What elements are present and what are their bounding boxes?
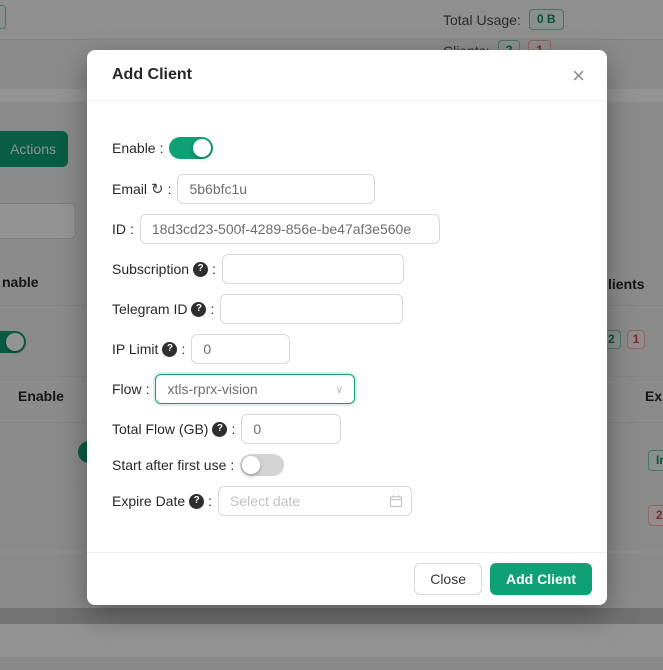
modal-footer: Close Add Client (87, 552, 607, 605)
ip-limit-row: IP Limit?: (112, 334, 582, 364)
close-icon[interactable]: × (568, 61, 589, 91)
telegram-id-field[interactable] (220, 294, 403, 324)
flow-select-value: xtls-rprx-vision (167, 381, 257, 397)
start-after-first-use-label: Start after first use: (112, 457, 234, 473)
toggle-knob (193, 139, 211, 157)
flow-row: Flow: xtls-rprx-vision ∨ (112, 374, 582, 404)
add-client-button[interactable]: Add Client (490, 563, 592, 595)
subscription-row: Subscription?: (112, 254, 582, 284)
telegram-id-label: Telegram ID?: (112, 301, 214, 317)
ip-limit-label: IP Limit?: (112, 341, 185, 357)
total-flow-label: Total Flow (GB)?: (112, 421, 235, 437)
ip-limit-field[interactable] (191, 334, 290, 364)
total-flow-row: Total Flow (GB)?: (112, 414, 582, 444)
help-icon: ? (212, 422, 227, 437)
id-label: ID: (112, 221, 134, 237)
close-button[interactable]: Close (414, 563, 482, 595)
modal-header: Add Client × (87, 50, 607, 101)
subscription-label: Subscription?: (112, 261, 216, 277)
enable-row: Enable: (112, 137, 582, 159)
refresh-icon[interactable]: ↻ (151, 182, 164, 197)
total-flow-field[interactable] (241, 414, 341, 444)
expire-date-picker[interactable] (218, 486, 412, 516)
id-field[interactable] (140, 214, 440, 244)
chevron-down-icon: ∨ (335, 383, 343, 396)
add-client-form: Enable: Email↻: ID: Subscription?: Teleg… (87, 101, 607, 552)
help-icon: ? (191, 302, 206, 317)
help-icon: ? (162, 342, 177, 357)
expire-date-label: Expire Date?: (112, 493, 212, 509)
flow-label: Flow: (112, 381, 149, 397)
modal-title: Add Client (112, 66, 192, 84)
expire-date-field[interactable] (218, 486, 412, 516)
add-client-modal: Add Client × Enable: Email↻: ID: Subscri… (87, 50, 607, 605)
help-icon: ? (193, 262, 208, 277)
id-row: ID: (112, 214, 582, 244)
toggle-knob (242, 456, 260, 474)
email-row: Email↻: (112, 174, 582, 204)
telegram-id-row: Telegram ID?: (112, 294, 582, 324)
flow-select[interactable]: xtls-rprx-vision ∨ (155, 374, 355, 404)
enable-toggle[interactable] (169, 137, 213, 159)
expire-date-row: Expire Date?: (112, 486, 582, 516)
email-field[interactable] (177, 174, 375, 204)
start-after-first-use-row: Start after first use: (112, 454, 582, 476)
help-icon: ? (189, 494, 204, 509)
email-label: Email↻: (112, 181, 171, 197)
start-after-first-use-toggle[interactable] (240, 454, 284, 476)
subscription-field[interactable] (222, 254, 404, 284)
enable-label: Enable: (112, 140, 163, 156)
